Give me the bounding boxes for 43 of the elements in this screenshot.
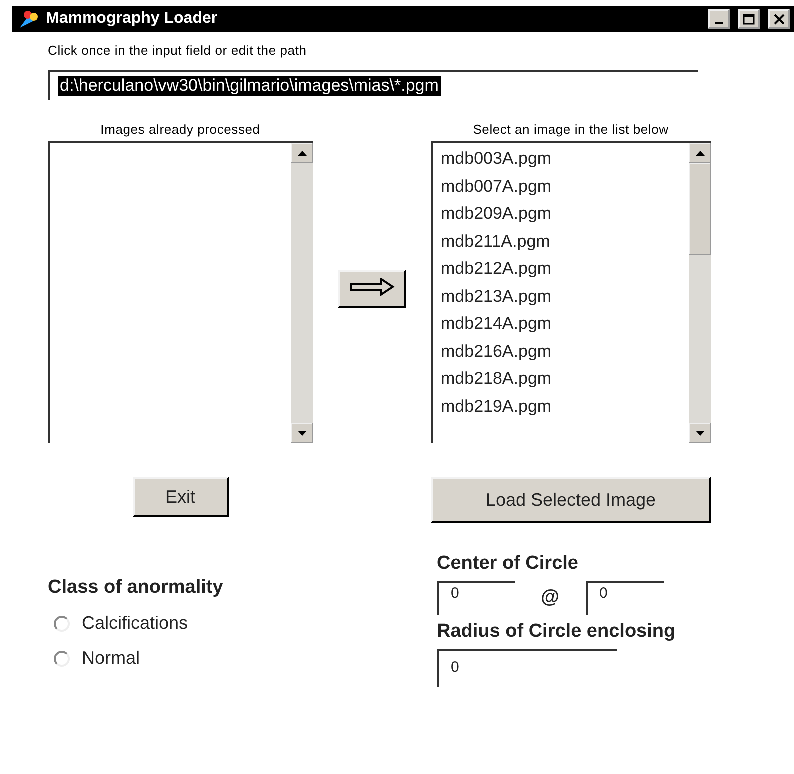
move-button[interactable]	[338, 270, 406, 308]
maximize-button[interactable]	[738, 9, 760, 29]
close-icon	[774, 14, 784, 24]
scroll-up-icon[interactable]	[291, 143, 313, 163]
scroll-down-icon[interactable]	[689, 423, 711, 443]
maximize-icon	[743, 14, 755, 24]
list-item[interactable]: mdb003A.pgm	[441, 145, 681, 172]
radius-field[interactable]: 0	[437, 649, 617, 687]
center-title: Center of Circle	[437, 553, 580, 575]
radio-option[interactable]: Calcifications	[54, 613, 431, 634]
list-item[interactable]: mdb218A.pgm	[441, 365, 681, 392]
list-item[interactable]: mdb212A.pgm	[441, 255, 681, 282]
right-arrow-icon	[349, 278, 395, 296]
exit-button[interactable]: Exit	[132, 477, 228, 517]
scrollbar[interactable]	[689, 143, 711, 443]
radio-option[interactable]: Normal	[54, 648, 431, 669]
close-button[interactable]	[768, 9, 790, 29]
radius-title: Radius of Circle enclosing	[437, 621, 676, 643]
load-button[interactable]: Load Selected Image	[431, 477, 711, 523]
scroll-down-icon[interactable]	[291, 423, 313, 443]
scroll-up-icon[interactable]	[689, 143, 711, 163]
scrollbar[interactable]	[291, 143, 313, 443]
class-title: Class of anormality	[48, 577, 224, 599]
list-item[interactable]: mdb209A.pgm	[441, 200, 681, 228]
list-item[interactable]: mdb216A.pgm	[441, 338, 681, 365]
minimize-icon	[715, 22, 723, 24]
list-item[interactable]: mdb219A.pgm	[441, 392, 681, 420]
minimize-button[interactable]	[708, 9, 730, 29]
list-item[interactable]: mdb211A.pgm	[441, 228, 681, 255]
list-item[interactable]: mdb007A.pgm	[441, 172, 681, 200]
center-x-field[interactable]: 0	[437, 581, 515, 615]
list-item[interactable]: mdb213A.pgm	[441, 282, 681, 310]
window-title: Mammography Loader	[46, 10, 219, 28]
at-sign: @	[541, 587, 560, 609]
path-label: Click once in the input field or edit the path	[48, 43, 307, 58]
images-label: Select an image in the list below	[473, 122, 669, 137]
scroll-thumb[interactable]	[689, 163, 711, 255]
processed-label: Images already processed	[100, 122, 260, 137]
image-list[interactable]: mdb003A.pgm mdb007A.pgm mdb209A.pgm mdb211A.pgm mdb212A.pgm mdb213A.pgm mdb214A.pgm mdb216A.pgm mdb218A.pgm mdb219A.pgm	[431, 141, 711, 443]
path-field[interactable]: d:\herculano\vw30\bin\gilmario\images\mias\*.pgm	[48, 70, 698, 100]
app-icon	[18, 9, 40, 29]
list-item[interactable]: mdb214A.pgm	[441, 310, 681, 338]
center-y-field[interactable]: 0	[586, 581, 664, 615]
